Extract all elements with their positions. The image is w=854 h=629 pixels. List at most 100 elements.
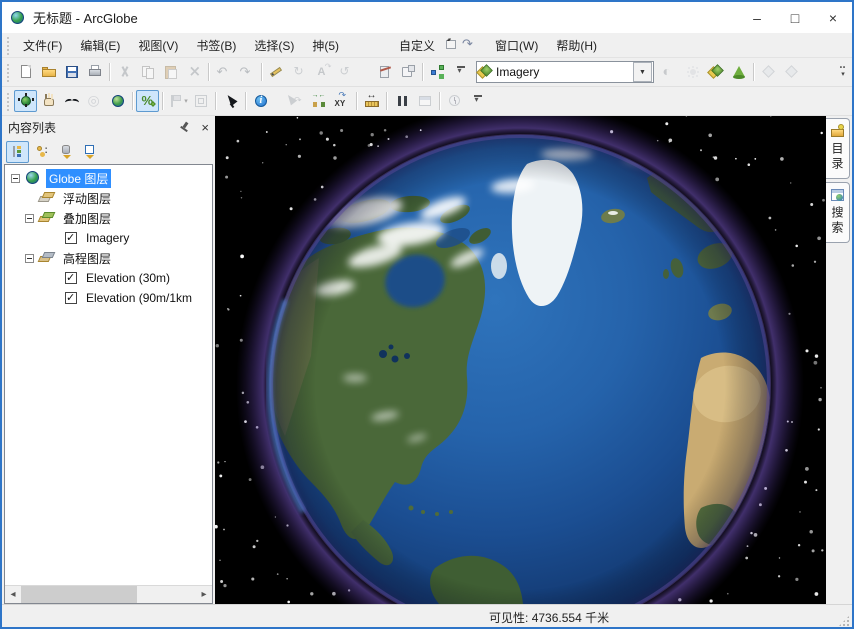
- toolbar-separator: [109, 63, 110, 81]
- measure-button[interactable]: [360, 90, 383, 112]
- print-button[interactable]: [83, 61, 106, 83]
- toolbar-options-button[interactable]: [449, 61, 472, 83]
- scrollbar-thumb[interactable]: [21, 586, 137, 603]
- menubar-grip[interactable]: [5, 35, 11, 55]
- tools-toolbar-grip[interactable]: [5, 91, 11, 111]
- search-tab[interactable]: 搜索: [826, 182, 850, 243]
- close-button[interactable]: ×: [814, 2, 852, 33]
- menu-bookmarks[interactable]: 书签(B): [187, 33, 245, 57]
- menu-help[interactable]: 帮助(H): [547, 33, 606, 57]
- new-document-button[interactable]: [14, 61, 37, 83]
- list-by-source-button[interactable]: [30, 141, 53, 163]
- globe-layers-icon: [25, 170, 41, 186]
- list-by-selection-button[interactable]: [78, 141, 101, 163]
- menu-selection[interactable]: 选择(S): [245, 33, 303, 57]
- window-controls: – □ ×: [738, 2, 852, 33]
- table-of-contents-panel: 内容列表 × Globe 图层浮动图层叠加图层 Imagery 高程图层 Elevat…: [2, 116, 215, 604]
- new-document-icon: [18, 64, 34, 80]
- elevation-layers-node[interactable]: 高程图层: [5, 248, 212, 268]
- save-icon: [64, 64, 80, 80]
- save-button[interactable]: [60, 61, 83, 83]
- layer-label[interactable]: Imagery: [83, 230, 132, 246]
- fly-button[interactable]: [60, 90, 83, 112]
- pin-icon[interactable]: [177, 120, 193, 136]
- go-to-xy-button[interactable]: [330, 90, 353, 112]
- layer-checkbox[interactable]: [65, 292, 77, 304]
- combo-dropdown-icon[interactable]: ▼: [633, 62, 652, 82]
- draped-layers-node[interactable]: 叠加图层: [5, 208, 212, 228]
- sketch-pencil-button[interactable]: [265, 61, 288, 83]
- toc-close-icon[interactable]: ×: [201, 120, 209, 135]
- globe-3d-icon: [731, 64, 747, 80]
- contrast-button: [658, 61, 681, 83]
- expander-icon[interactable]: [25, 254, 34, 263]
- minimize-button[interactable]: –: [738, 2, 776, 33]
- surface-navigation-button[interactable]: [136, 90, 159, 112]
- layer-label[interactable]: 高程图层: [60, 249, 114, 268]
- menu-edit[interactable]: 编辑(E): [71, 33, 129, 57]
- full-extent-button[interactable]: [106, 90, 129, 112]
- layer-label[interactable]: Elevation (90m/1km: [83, 290, 195, 306]
- layer-label[interactable]: 叠加图层: [60, 209, 114, 228]
- search-window-icon: [830, 187, 846, 203]
- scroll-right-icon[interactable]: ▸: [196, 589, 212, 600]
- resize-grip-icon[interactable]: [838, 615, 850, 627]
- layer-globe-icon: [477, 64, 493, 80]
- viewer-button[interactable]: [396, 61, 419, 83]
- layer-checkbox[interactable]: [65, 232, 77, 244]
- layer-label[interactable]: 浮动图层: [60, 189, 114, 208]
- toolbar-options-icon: [453, 64, 469, 80]
- center-target-icon: [87, 93, 103, 109]
- globe-viewport[interactable]: [215, 116, 826, 604]
- select-features-button[interactable]: [219, 90, 242, 112]
- list-by-drawing-order-button[interactable]: [6, 141, 29, 163]
- list-by-source-icon: [34, 144, 50, 160]
- menu-view[interactable]: 视图(V): [129, 33, 187, 57]
- menu-customize[interactable]: 自定义: [390, 33, 444, 57]
- expander-icon[interactable]: [25, 214, 34, 223]
- menu-window[interactable]: 窗口(W): [486, 33, 547, 57]
- menu-redo-icon[interactable]: [460, 37, 476, 53]
- navigate-button[interactable]: [14, 90, 37, 112]
- maximize-button[interactable]: □: [776, 2, 814, 33]
- menu-geoprocessing[interactable]: 抻(5): [303, 33, 348, 57]
- layer-label[interactable]: Globe 图层: [46, 169, 111, 188]
- floating-layers-node[interactable]: 浮动图层: [5, 188, 212, 208]
- visibility-label: 可见性:: [489, 611, 528, 625]
- globe-layers-node[interactable]: Globe 图层: [5, 168, 212, 188]
- title-bar[interactable]: 无标题 - ArcGlobe – □ ×: [2, 2, 852, 33]
- identify-button[interactable]: [249, 90, 272, 112]
- time-slider-button[interactable]: [390, 90, 413, 112]
- pan-button[interactable]: [37, 90, 60, 112]
- scroll-left-icon[interactable]: ◂: [5, 589, 21, 600]
- label-icon: [315, 64, 331, 80]
- catalog-tab[interactable]: 目录: [826, 118, 850, 179]
- open-button[interactable]: [37, 61, 60, 83]
- model-builder-button[interactable]: [426, 61, 449, 83]
- toc-header: 内容列表 ×: [4, 116, 213, 139]
- elevation-90m-node[interactable]: Elevation (90m/1km: [5, 288, 212, 308]
- layer-label[interactable]: Elevation (30m): [83, 270, 173, 286]
- layer-combobox[interactable]: Imagery ▼: [476, 61, 654, 83]
- globe-earth[interactable]: [215, 116, 826, 604]
- layer-checkbox[interactable]: [65, 272, 77, 284]
- menu-file[interactable]: 文件(F): [14, 33, 71, 57]
- elevation-30m-node[interactable]: Elevation (30m): [5, 268, 212, 288]
- swipe-layer-button[interactable]: [704, 61, 727, 83]
- customize-spinner-icon[interactable]: [444, 37, 460, 53]
- expander-icon[interactable]: [11, 174, 20, 183]
- list-by-visibility-button[interactable]: [54, 141, 77, 163]
- tools-overflow-icon: [470, 93, 486, 109]
- toc-horizontal-scrollbar[interactable]: ◂ ▸: [5, 585, 212, 603]
- surface-navigation-icon: [140, 93, 156, 109]
- standard-toolbar-grip[interactable]: [5, 62, 11, 82]
- standard-toolbar-overflow[interactable]: ••▾: [836, 61, 850, 83]
- zoom-to-target-button[interactable]: [307, 90, 330, 112]
- globe-3d-button[interactable]: [727, 61, 750, 83]
- redo-icon: [239, 64, 255, 80]
- imagery-layer-node[interactable]: Imagery: [5, 228, 212, 248]
- navigate-icon: [18, 93, 34, 109]
- tools-overflow-button[interactable]: [466, 90, 489, 112]
- scrollbar-track[interactable]: [21, 586, 196, 603]
- fly-through-button[interactable]: [373, 61, 396, 83]
